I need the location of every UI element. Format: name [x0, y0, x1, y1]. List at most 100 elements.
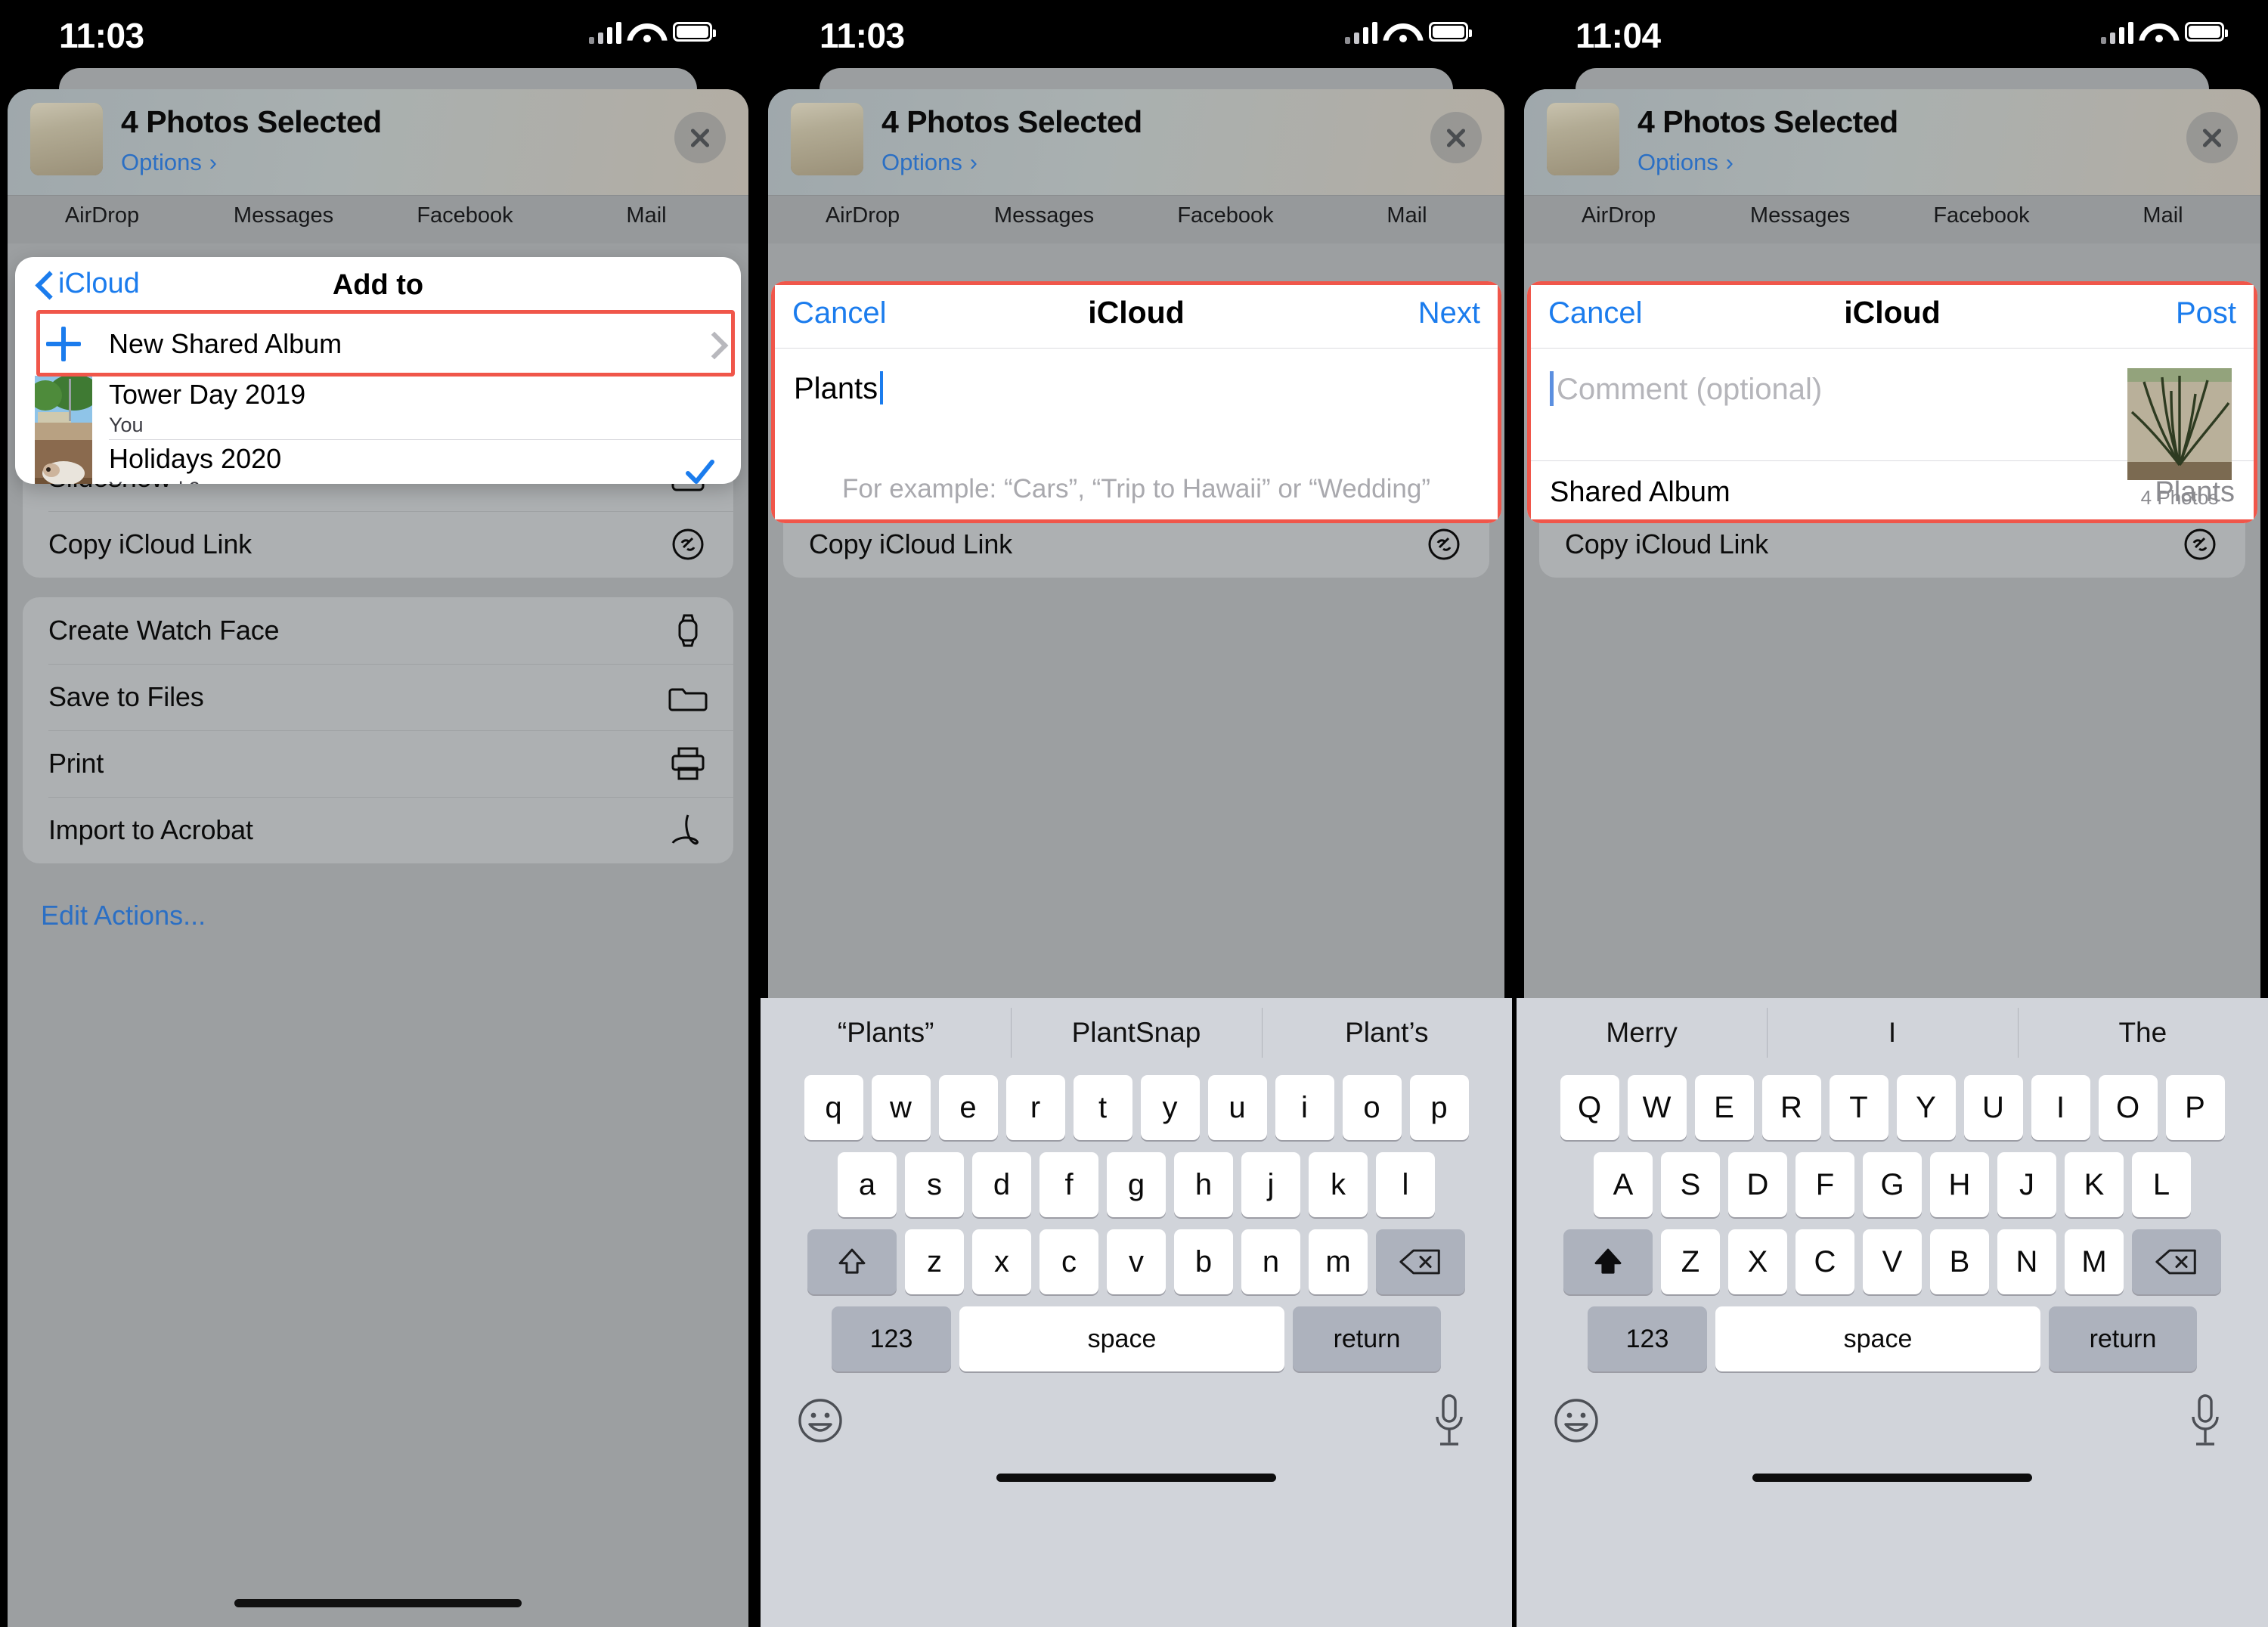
shift-arrow-icon[interactable] [807, 1229, 897, 1294]
key-w[interactable]: w [871, 1075, 931, 1140]
key-y[interactable]: Y [1896, 1075, 1956, 1140]
key-o[interactable]: O [2098, 1075, 2158, 1140]
share-target-airdrop[interactable]: AirDrop [768, 203, 957, 228]
key-r[interactable]: R [1761, 1075, 1821, 1140]
key-x[interactable]: x [972, 1229, 1031, 1294]
key-p[interactable]: P [2165, 1075, 2225, 1140]
key-e[interactable]: e [938, 1075, 998, 1140]
suggestion-0[interactable]: “Plants” [761, 1017, 1011, 1049]
key-f[interactable]: F [1796, 1152, 1854, 1217]
action-create-watch-face[interactable]: Create Watch Face [23, 597, 733, 664]
edit-actions-button[interactable]: Edit Actions... [23, 883, 733, 948]
key-x[interactable]: X [1728, 1229, 1787, 1294]
shared-album-row[interactable]: Shared Album Plants [1527, 461, 2257, 523]
share-target-airdrop[interactable]: AirDrop [8, 203, 197, 228]
key-u[interactable]: u [1207, 1075, 1267, 1140]
delete-key-icon[interactable] [2132, 1229, 2221, 1294]
share-target-mail[interactable]: Mail [1312, 203, 1501, 228]
key-v[interactable]: v [1107, 1229, 1166, 1294]
key-z[interactable]: z [905, 1229, 964, 1294]
key-k[interactable]: k [1309, 1152, 1368, 1217]
return-key[interactable]: return [1293, 1306, 1441, 1371]
key-l[interactable]: L [2132, 1152, 2191, 1217]
suggestion-1[interactable]: I [1767, 1008, 2017, 1058]
list-item-new-shared-album[interactable]: New Shared Album [15, 311, 741, 376]
post-button[interactable]: Post [2176, 296, 2236, 330]
delete-key-icon[interactable] [1376, 1229, 1465, 1294]
share-target-airdrop[interactable]: AirDrop [1524, 203, 1713, 228]
suggestion-2[interactable]: Plant’s [1261, 1008, 1512, 1058]
share-target-mail[interactable]: Mail [552, 203, 741, 228]
key-b[interactable]: B [1930, 1229, 1989, 1294]
key-p[interactable]: p [1409, 1075, 1469, 1140]
key-a[interactable]: a [838, 1152, 897, 1217]
key-q[interactable]: q [804, 1075, 863, 1140]
microphone-icon[interactable] [2186, 1391, 2224, 1452]
key-j[interactable]: J [1997, 1152, 2056, 1217]
key-l[interactable]: l [1376, 1152, 1435, 1217]
action-copy-icloud-link[interactable]: Copy iCloud Link [23, 511, 733, 578]
key-s[interactable]: s [905, 1152, 964, 1217]
key-a[interactable]: A [1594, 1152, 1653, 1217]
share-target-messages[interactable]: Messages [1706, 203, 1895, 228]
microphone-icon[interactable] [1430, 1391, 1468, 1452]
key-c[interactable]: c [1040, 1229, 1098, 1294]
key-u[interactable]: U [1963, 1075, 2023, 1140]
key-i[interactable]: i [1275, 1075, 1334, 1140]
share-target-facebook[interactable]: Facebook [370, 203, 559, 228]
key-b[interactable]: b [1174, 1229, 1233, 1294]
key-g[interactable]: G [1863, 1152, 1922, 1217]
key-k[interactable]: K [2065, 1152, 2124, 1217]
share-target-mail[interactable]: Mail [2068, 203, 2257, 228]
key-d[interactable]: D [1728, 1152, 1787, 1217]
key-c[interactable]: C [1796, 1229, 1854, 1294]
key-m[interactable]: m [1309, 1229, 1368, 1294]
key-t[interactable]: t [1073, 1075, 1132, 1140]
key-o[interactable]: o [1342, 1075, 1402, 1140]
options-link[interactable]: Options › [121, 147, 382, 177]
key-z[interactable]: Z [1661, 1229, 1720, 1294]
suggestion-1[interactable]: PlantSnap [1011, 1008, 1261, 1058]
space-key[interactable]: space [959, 1306, 1284, 1371]
close-button[interactable] [674, 112, 726, 163]
share-target-messages[interactable]: Messages [189, 203, 378, 228]
share-target-facebook[interactable]: Facebook [1887, 203, 2076, 228]
key-g[interactable]: g [1107, 1152, 1166, 1217]
key-i[interactable]: I [2031, 1075, 2090, 1140]
share-target-messages[interactable]: Messages [950, 203, 1139, 228]
key-q[interactable]: Q [1560, 1075, 1619, 1140]
key-w[interactable]: W [1627, 1075, 1687, 1140]
key-f[interactable]: f [1040, 1152, 1098, 1217]
key-j[interactable]: j [1241, 1152, 1300, 1217]
key-n[interactable]: n [1241, 1229, 1300, 1294]
key-s[interactable]: S [1661, 1152, 1720, 1217]
key-t[interactable]: T [1829, 1075, 1888, 1140]
shift-arrow-icon[interactable] [1563, 1229, 1653, 1294]
key-n[interactable]: N [1997, 1229, 2056, 1294]
emoji-face-icon[interactable] [1553, 1397, 1600, 1444]
numeric-key[interactable]: 123 [1588, 1306, 1707, 1371]
key-h[interactable]: H [1930, 1152, 1989, 1217]
space-key[interactable]: space [1715, 1306, 2040, 1371]
action-save-to-files[interactable]: Save to Files [23, 664, 733, 730]
numeric-key[interactable]: 123 [832, 1306, 951, 1371]
comment-input[interactable]: Comment (optional) [1550, 371, 1822, 407]
close-button[interactable] [1430, 112, 1482, 163]
key-e[interactable]: E [1694, 1075, 1754, 1140]
key-h[interactable]: h [1174, 1152, 1233, 1217]
key-y[interactable]: y [1140, 1075, 1200, 1140]
action-import-to-acrobat[interactable]: Import to Acrobat [23, 797, 733, 863]
action-print[interactable]: Print [23, 730, 733, 797]
options-link[interactable]: Options › [881, 147, 1142, 177]
list-item-holidays[interactable]: Holidays 2020 You and 2 more [15, 440, 741, 484]
key-v[interactable]: V [1863, 1229, 1922, 1294]
share-target-facebook[interactable]: Facebook [1131, 203, 1320, 228]
key-d[interactable]: d [972, 1152, 1031, 1217]
emoji-face-icon[interactable] [797, 1397, 844, 1444]
album-name-input[interactable]: Plants [794, 371, 884, 406]
close-button[interactable] [2186, 112, 2238, 163]
list-item-tower-day[interactable]: Tower Day 2019 You [15, 376, 741, 440]
return-key[interactable]: return [2049, 1306, 2197, 1371]
options-link[interactable]: Options › [1637, 147, 1898, 177]
suggestion-0[interactable]: Merry [1517, 1017, 1767, 1049]
